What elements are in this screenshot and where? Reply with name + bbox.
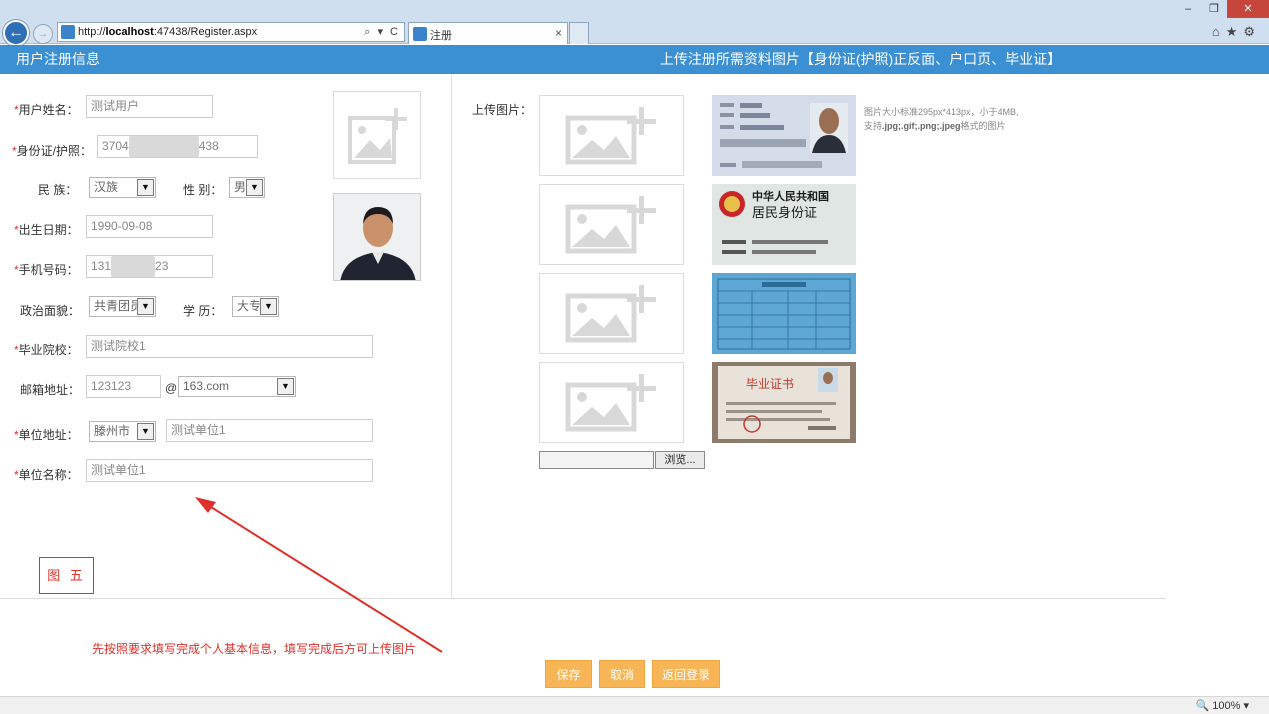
- zoom-icon: 🔍: [1195, 700, 1210, 712]
- image-add-icon: [565, 107, 656, 165]
- chevron-down-icon: ▼: [137, 298, 154, 315]
- upload-requirements-note: 图片大小标准295px*413px，小于4MB, 支持.jpg;.gif;.pn…: [864, 105, 1019, 133]
- zoom-control[interactable]: 🔍 100% ▾: [1196, 699, 1250, 712]
- star-icon[interactable]: ★: [1226, 24, 1244, 39]
- ie-page-icon: [61, 25, 75, 39]
- browser-tab-register[interactable]: 注册 ×: [408, 22, 568, 44]
- new-tab-button[interactable]: [569, 22, 589, 44]
- gender-label: 性 别：: [183, 183, 223, 197]
- instruction-hint: 先按照要求填写完成个人基本信息，填写完成后方可上传图片: [92, 642, 417, 656]
- column-divider: [451, 74, 452, 598]
- back-arrow-icon[interactable]: ←: [3, 20, 29, 46]
- phone-label: *手机号码：: [14, 263, 79, 277]
- image-add-icon: [565, 196, 656, 254]
- browse-button[interactable]: 浏览...: [655, 451, 705, 469]
- url-text: http://localhost:47438/Register.aspx: [78, 26, 258, 38]
- photo-upload-placeholder[interactable]: [333, 91, 421, 179]
- forward-arrow-icon[interactable]: →: [33, 24, 53, 44]
- id-label: *身份证/护照：: [12, 144, 93, 158]
- upload-slot-4[interactable]: [539, 362, 684, 443]
- unit-address-input[interactable]: 测试单位1: [166, 419, 373, 442]
- image-add-icon: [348, 108, 407, 164]
- upload-slot-1[interactable]: [539, 95, 684, 176]
- restore-icon[interactable]: ❐: [1201, 0, 1227, 18]
- chevron-down-icon: ▼: [260, 298, 277, 315]
- figure-label: 图 五: [39, 557, 94, 594]
- cancel-button[interactable]: 取消: [599, 660, 645, 688]
- school-label: *毕业院校：: [14, 343, 79, 357]
- close-window-icon[interactable]: ✕: [1227, 0, 1269, 18]
- id-card-back-thumbnail: 中华人民共和国 居民身份证: [712, 184, 856, 265]
- upload-label: 上传图片：: [472, 103, 533, 117]
- birth-label: *出生日期：: [14, 223, 79, 237]
- upload-slot-2[interactable]: [539, 184, 684, 265]
- chevron-down-icon: ▼: [277, 378, 294, 395]
- id-portrait-photo: [333, 193, 421, 281]
- school-input[interactable]: 测试院校1: [86, 335, 373, 358]
- diploma-title: 毕业证书: [746, 377, 794, 391]
- name-input[interactable]: 测试用户: [86, 95, 213, 118]
- ie-tab-icon: [413, 27, 427, 41]
- file-path-field[interactable]: [539, 451, 654, 469]
- tab-close-icon[interactable]: ×: [555, 26, 562, 40]
- status-bar: 🔍 100% ▾: [0, 696, 1269, 714]
- unit-name-input[interactable]: 测试单位1: [86, 459, 373, 482]
- ethnic-select[interactable]: 汉族 ▼: [89, 177, 156, 198]
- chevron-down-icon: ▼: [137, 179, 154, 196]
- search-refresh-controls[interactable]: ⌕ ▾ C: [364, 25, 400, 39]
- gear-icon[interactable]: ⚙: [1243, 24, 1261, 39]
- image-add-icon: [565, 285, 656, 343]
- birth-date-input[interactable]: 1990-09-08: [86, 215, 213, 238]
- email-user-input[interactable]: 123123: [86, 375, 161, 398]
- name-label: *用户姓名：: [14, 103, 79, 117]
- upload-slot-3[interactable]: [539, 273, 684, 354]
- email-label: 邮箱地址：: [20, 383, 81, 397]
- home-icon[interactable]: ⌂: [1212, 24, 1226, 39]
- email-at-sign: @: [165, 381, 178, 395]
- chevron-down-icon: ▼: [137, 423, 154, 440]
- back-to-login-button[interactable]: 返回登录: [652, 660, 720, 688]
- tab-title: 注册: [430, 30, 452, 42]
- window-controls: – ❐ ✕: [1175, 0, 1269, 18]
- ethnic-label: 民 族：: [38, 183, 78, 197]
- gender-select[interactable]: 男 ▼: [229, 177, 265, 198]
- upload-note-formats: 支持.jpg;.gif;.png;.jpeg格式的图片: [864, 121, 1006, 131]
- card-title-line-2: 居民身份证: [752, 205, 817, 221]
- upload-header: 上传注册所需资料图片【身份证(护照)正反面、户口页、毕业证】: [452, 45, 1269, 74]
- footer-divider: [0, 598, 1166, 599]
- image-add-icon: [565, 374, 656, 432]
- household-register-thumbnail: [712, 273, 856, 354]
- chevron-down-icon: ▼: [246, 179, 263, 196]
- browser-chrome: ← → http://localhost:47438/Register.aspx…: [0, 0, 1269, 46]
- upload-note-size: 图片大小标准295px*413px，小于4MB,: [864, 107, 1019, 117]
- politic-select[interactable]: 共青团员 ▼: [89, 296, 156, 317]
- minimize-icon[interactable]: –: [1175, 0, 1201, 18]
- education-label: 学 历：: [183, 304, 223, 318]
- address-bar[interactable]: http://localhost:47438/Register.aspx ⌕ ▾…: [57, 22, 405, 42]
- phone-input[interactable]: 131x23: [86, 255, 213, 278]
- unit-name-label: *单位名称：: [14, 468, 79, 482]
- user-info-header: 用户注册信息: [0, 45, 452, 74]
- chevron-down-icon: ▾: [1243, 700, 1249, 712]
- unit-address-label: *单位地址：: [14, 428, 79, 442]
- unit-city-select[interactable]: 滕州市 ▼: [89, 421, 156, 442]
- education-select[interactable]: 大专 ▼: [232, 296, 279, 317]
- politic-label: 政治面貌：: [20, 304, 81, 318]
- id-input[interactable]: 3704x438: [97, 135, 258, 158]
- save-button[interactable]: 保存: [545, 660, 592, 688]
- card-title-line-1: 中华人民共和国: [752, 189, 829, 203]
- email-domain-select[interactable]: 163.com ▼: [178, 376, 296, 397]
- chrome-toolbar-icons: ⌂★⚙: [1212, 24, 1261, 40]
- id-card-front-thumbnail: [712, 95, 856, 176]
- diploma-thumbnail: 毕业证书: [712, 362, 856, 443]
